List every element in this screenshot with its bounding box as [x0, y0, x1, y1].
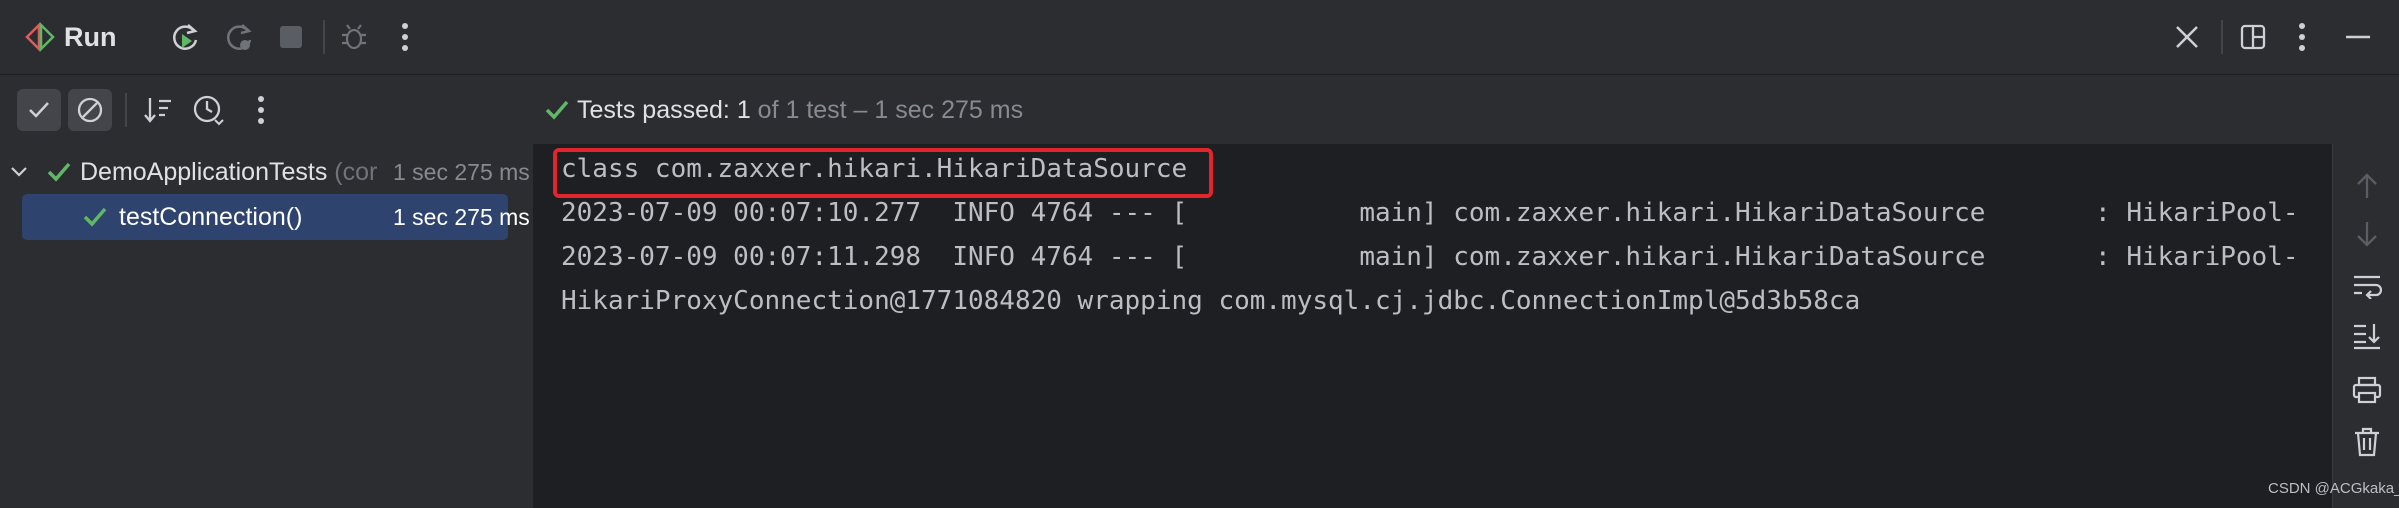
scroll-to-end-icon[interactable]: [2347, 316, 2387, 356]
run-tool-window-icon: [22, 19, 58, 55]
tree-row-root[interactable]: DemoApplicationTests (cor 1 sec 275 ms: [0, 150, 533, 194]
show-ignored-toggle-icon[interactable]: [68, 89, 112, 131]
sort-by-duration-icon[interactable]: [188, 90, 228, 130]
more-options-icon[interactable]: [388, 17, 422, 57]
soft-wrap-icon[interactable]: [2347, 266, 2387, 306]
toolbar-separator: [323, 20, 325, 54]
stop-icon[interactable]: [271, 17, 311, 57]
chevron-down-icon[interactable]: [8, 158, 30, 186]
rerun-failed-icon[interactable]: [219, 17, 259, 57]
passed-check-icon: [80, 202, 110, 232]
toolbar-separator-right: [2221, 20, 2223, 54]
watermark: CSDN @ACGkaka_: [2268, 480, 2399, 497]
tool-window-title: Run: [64, 22, 117, 52]
rerun-icon[interactable]: [165, 17, 205, 57]
console-line: 2023-07-09 00:07:10.277 INFO 4764 --- [ …: [561, 198, 2299, 228]
close-icon[interactable]: [2167, 17, 2207, 57]
subbar-separator: [125, 93, 127, 127]
tests-passed-check-icon: [542, 93, 572, 127]
test-toolbar: Tests passed: 1 of 1 test – 1 sec 275 ms: [0, 74, 2399, 145]
test-class-time: 1 sec 275 ms: [393, 159, 530, 185]
test-class-suffix: (cor: [334, 158, 378, 186]
test-options-icon[interactable]: [244, 90, 278, 130]
console-line: 2023-07-09 00:07:11.298 INFO 4764 --- [ …: [561, 242, 2299, 272]
test-method-time: 1 sec 275 ms: [393, 204, 530, 230]
trash-icon[interactable]: [2347, 422, 2387, 462]
test-method-label: testConnection(): [119, 203, 303, 231]
test-tree: DemoApplicationTests (cor 1 sec 275 ms t…: [0, 144, 535, 508]
test-status-count: 1: [736, 96, 751, 124]
arrow-down-icon[interactable]: [2347, 214, 2387, 254]
minimize-icon[interactable]: [2338, 17, 2378, 57]
options-menu-icon[interactable]: [2285, 17, 2319, 57]
console-output[interactable]: class com.zaxxer.hikari.HikariDataSource…: [535, 144, 2332, 508]
tree-row-selected[interactable]: testConnection() 1 sec 275 ms: [22, 194, 530, 240]
arrow-up-icon[interactable]: [2347, 166, 2387, 206]
passed-check-icon: [44, 157, 74, 187]
run-toolbar: Run: [0, 0, 2399, 74]
console-line: HikariProxyConnection@1771084820 wrappin…: [561, 286, 1861, 316]
layout-icon[interactable]: [2233, 17, 2273, 57]
debug-icon[interactable]: [334, 17, 374, 57]
test-status-suffix: of 1 test – 1 sec 275 ms: [757, 96, 1024, 124]
print-icon[interactable]: [2347, 370, 2387, 410]
sort-icon[interactable]: [138, 90, 178, 130]
test-status: Tests passed: 1 of 1 test – 1 sec 275 ms: [577, 93, 1023, 127]
test-status-prefix: Tests passed:: [577, 96, 730, 124]
console-actions: [2332, 144, 2399, 508]
test-class-label: DemoApplicationTests: [80, 158, 328, 186]
show-passed-toggle-icon[interactable]: [17, 89, 61, 131]
